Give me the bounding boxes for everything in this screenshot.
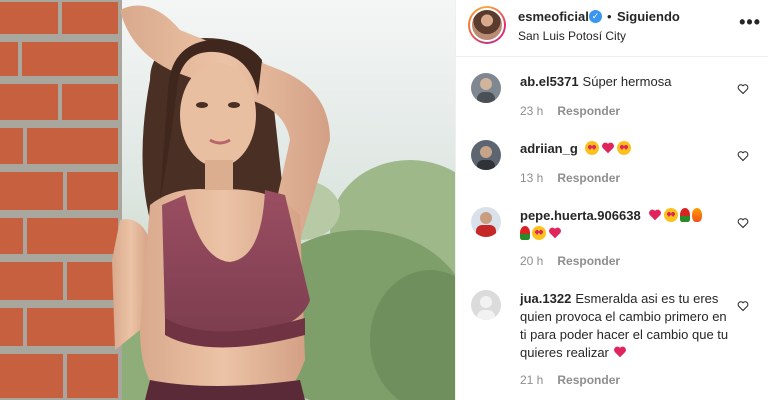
comment-meta: 20 h Responder (520, 254, 634, 268)
comment-time[interactable]: 13 h (520, 171, 543, 185)
post-header: esmeoficial ✓ • Siguiendo San Luis Potos… (456, 0, 768, 57)
fire-emoji-icon (692, 208, 703, 222)
comment-time[interactable]: 21 h (520, 373, 543, 387)
heart-outline-icon[interactable] (737, 300, 749, 312)
heart-outline-icon[interactable] (737, 217, 749, 229)
heart-eyes-emoji-icon (532, 226, 546, 240)
heart-outline-icon[interactable] (737, 83, 749, 95)
reply-button[interactable]: Responder (557, 254, 620, 268)
post-side-panel: esmeoficial ✓ • Siguiendo San Luis Potos… (455, 0, 768, 400)
post-image (0, 0, 455, 400)
red-heart-emoji-icon (602, 142, 615, 154)
comment-time[interactable]: 20 h (520, 254, 543, 268)
comment-body: pepe.huerta.906638 (520, 207, 730, 243)
reply-button[interactable]: Responder (557, 171, 620, 185)
more-options-icon[interactable]: ••• (739, 12, 761, 33)
red-heart-emoji-icon (549, 227, 561, 239)
commenter-avatar[interactable] (471, 290, 501, 320)
avatar-person-icon (477, 78, 495, 103)
commenter-username[interactable]: jua.1322 (520, 291, 571, 306)
reply-button[interactable]: Responder (557, 373, 620, 387)
comment-body: ab.el5371 Súper hermosa (520, 73, 730, 91)
comment-body: adriian_g (520, 140, 730, 158)
rose-emoji-icon (520, 226, 530, 240)
comment-meta: 23 h Responder (520, 104, 634, 118)
commenter-avatar[interactable] (471, 73, 501, 103)
comment-meta: 21 h Responder (520, 373, 634, 387)
location-link[interactable]: San Luis Potosí City (518, 29, 626, 43)
heart-eyes-emoji-icon (664, 208, 679, 222)
commenter-username[interactable]: pepe.huerta.906638 (520, 208, 641, 223)
comment-text: Súper hermosa (582, 74, 672, 89)
profile-avatar-story-ring[interactable] (468, 6, 506, 44)
avatar-person-icon (477, 146, 495, 170)
verified-badge-icon: ✓ (589, 10, 602, 23)
default-avatar-icon (477, 296, 495, 320)
avatar (470, 8, 504, 42)
heart-eyes-emoji-icon (617, 141, 632, 155)
post-photo[interactable] (0, 0, 455, 400)
author-username[interactable]: esmeoficial (518, 9, 589, 24)
red-heart-emoji-icon (613, 346, 626, 358)
following-button[interactable]: Siguiendo (617, 9, 680, 24)
comment-body: jua.1322 Esmeralda asi es tu eres quien p… (520, 290, 730, 362)
avatar-person-icon (476, 212, 496, 237)
heart-outline-icon[interactable] (737, 150, 749, 162)
reply-button[interactable]: Responder (557, 104, 620, 118)
commenter-username[interactable]: adriian_g (520, 141, 578, 156)
commenter-username[interactable]: ab.el5371 (520, 74, 579, 89)
comment-time[interactable]: 23 h (520, 104, 543, 118)
header-separator: • (607, 9, 612, 24)
rose-emoji-icon (680, 208, 691, 222)
heart-eyes-emoji-icon (585, 141, 600, 155)
commenter-avatar[interactable] (471, 140, 501, 170)
commenter-avatar[interactable] (471, 207, 501, 237)
red-heart-emoji-icon (649, 209, 662, 221)
comment-meta: 13 h Responder (520, 171, 634, 185)
